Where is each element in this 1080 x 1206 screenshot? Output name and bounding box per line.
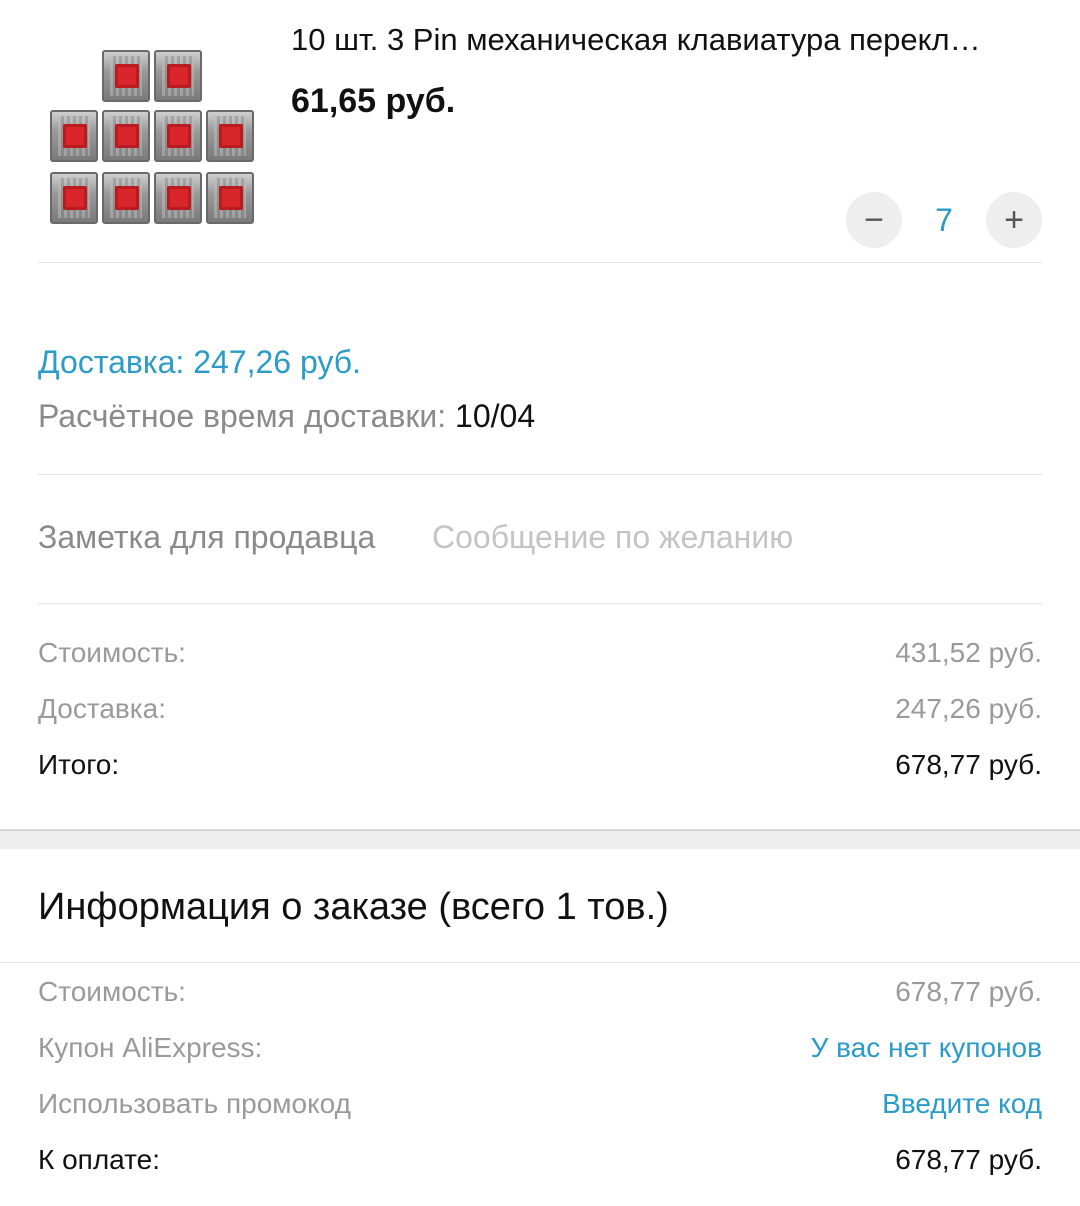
summary-cost-value: 431,52 руб. (895, 637, 1042, 668)
payment-total-row: К оплате: 678,77 руб. (38, 1140, 1042, 1180)
seller-note-input[interactable] (432, 512, 1042, 562)
switch-icon (206, 110, 254, 162)
divider (38, 474, 1042, 475)
seller-note-label: Заметка для продавца (38, 519, 376, 555)
switch-icon (154, 50, 202, 102)
enter-promo-code-link[interactable]: Введите код (882, 1088, 1042, 1120)
order-cost-row: Стоимость: 678,77 руб. (38, 972, 1042, 1012)
divider (38, 603, 1042, 604)
switch-icon (50, 110, 98, 162)
product-title[interactable]: 10 шт. 3 Pin механическая клавиатура пер… (291, 22, 1041, 58)
coupon-row: Купон AliExpress: У вас нет купонов (38, 1028, 1042, 1068)
summary-total-label: Итого: (38, 749, 120, 780)
promo-code-label: Использовать промокод (38, 1088, 351, 1119)
plus-icon: + (1004, 201, 1024, 239)
quantity-decrease-button[interactable]: − (846, 192, 902, 248)
payment-total-label: К оплате: (38, 1144, 160, 1175)
product-price: 61,65 руб. (291, 82, 456, 120)
switch-icon (50, 172, 98, 224)
section-separator (0, 829, 1080, 849)
summary-cost-row: Стоимость: 431,52 руб. (38, 633, 1042, 673)
switch-icon (154, 110, 202, 162)
switch-icon (154, 172, 202, 224)
switch-icon (102, 50, 150, 102)
summary-delivery-label: Доставка: (38, 693, 167, 724)
coupon-link[interactable]: У вас нет купонов (811, 1032, 1042, 1064)
summary-cost-label: Стоимость: (38, 637, 186, 668)
order-cost-label: Стоимость: (38, 976, 186, 1007)
product-image[interactable] (38, 28, 270, 234)
coupon-label: Купон AliExpress: (38, 1032, 263, 1063)
delivery-estimate: Расчётное время доставки: 10/04 (38, 394, 535, 438)
order-cost-value: 678,77 руб. (895, 976, 1042, 1007)
delivery-estimate-label: Расчётное время доставки: (38, 398, 456, 434)
delivery-estimate-value: 10/04 (455, 398, 536, 434)
summary-delivery-value: 247,26 руб. (895, 693, 1042, 724)
switch-icon (102, 172, 150, 224)
switch-icon (206, 172, 254, 224)
delivery-option[interactable]: Доставка: 247,26 руб. (38, 340, 361, 384)
summary-total-value: 678,77 руб. (895, 749, 1042, 780)
promo-code-row: Использовать промокод Введите код (38, 1084, 1042, 1124)
divider (0, 962, 1080, 963)
switch-icon (102, 110, 150, 162)
checkout-page: 10 шт. 3 Pin механическая клавиатура пер… (0, 0, 1080, 1206)
quantity-value: 7 (935, 202, 953, 238)
order-info-title: Информация о заказе (всего 1 тов.) (38, 886, 669, 928)
summary-total-row: Итого: 678,77 руб. (38, 745, 1042, 785)
payment-total-value: 678,77 руб. (895, 1144, 1042, 1175)
summary-delivery-row: Доставка: 247,26 руб. (38, 689, 1042, 729)
cart-item: 10 шт. 3 Pin механическая клавиатура пер… (0, 0, 1080, 264)
quantity-increase-button[interactable]: + (986, 192, 1042, 248)
divider (38, 262, 1042, 263)
minus-icon: − (864, 201, 884, 239)
